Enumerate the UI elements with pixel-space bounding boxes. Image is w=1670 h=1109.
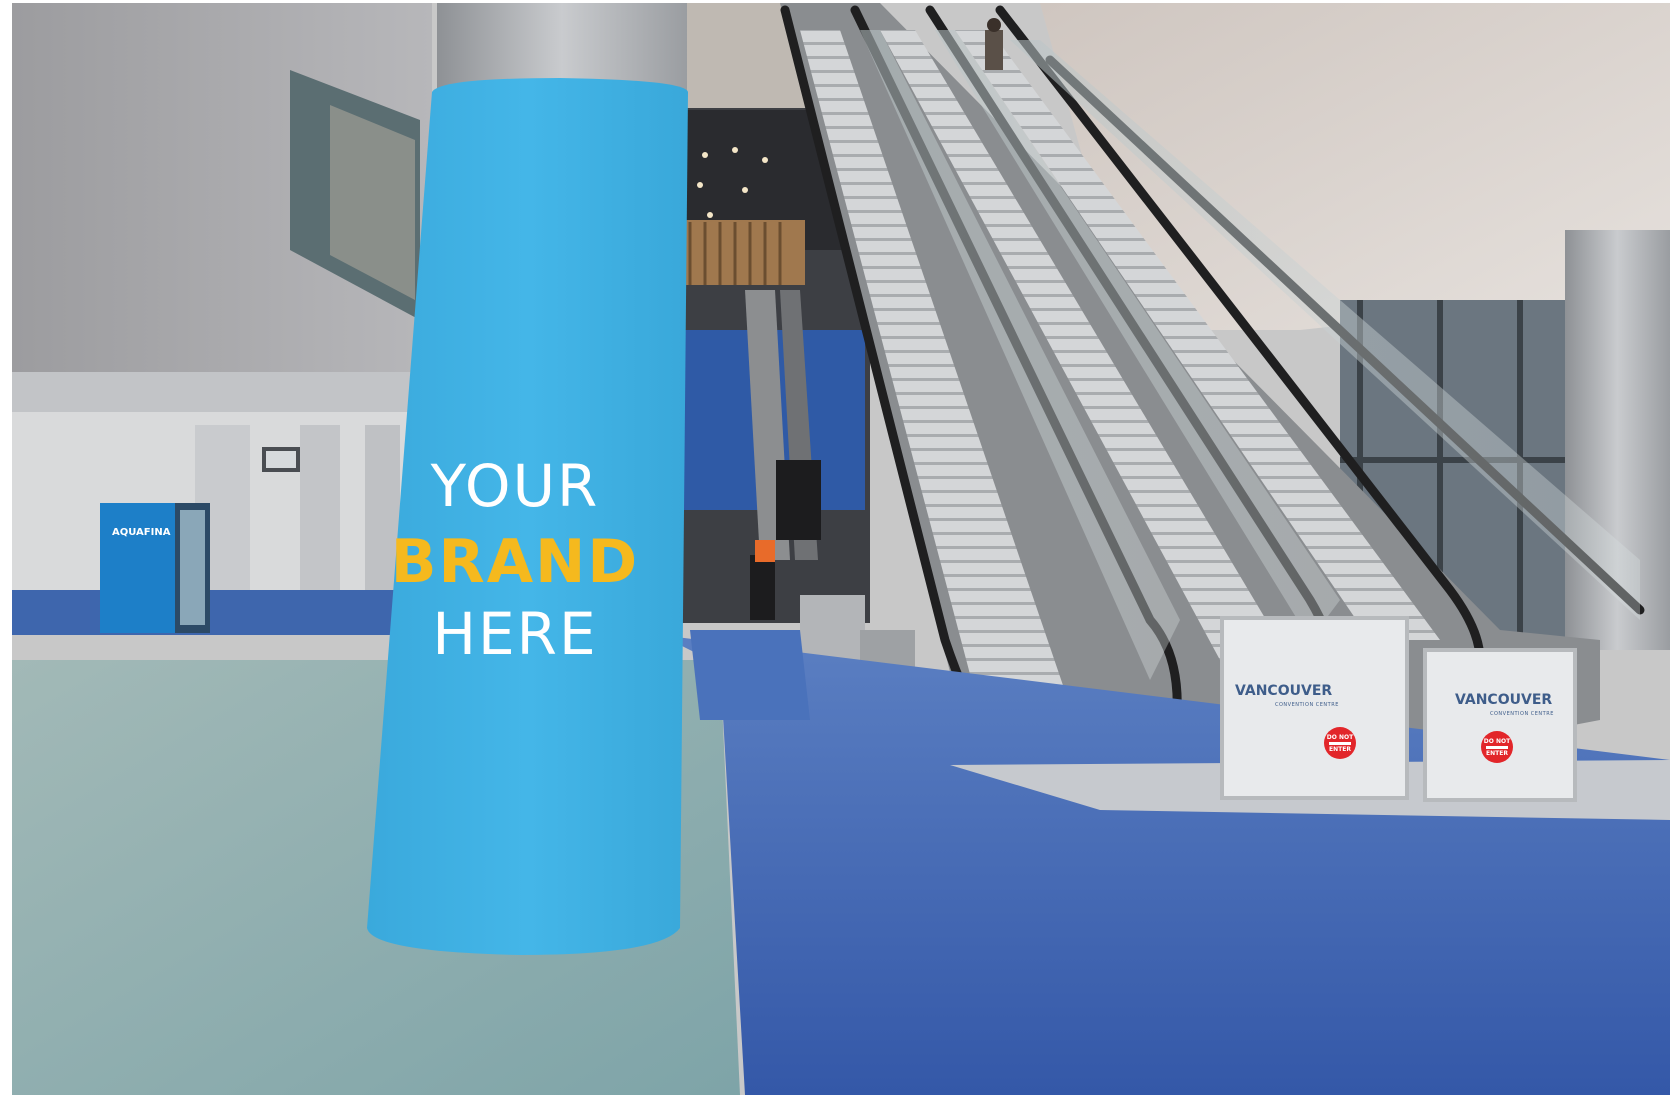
- barrier-2-logo: VANCOUVER: [1455, 692, 1553, 708]
- wrap-line-brand: BRAND: [390, 527, 640, 597]
- staff-person: [750, 555, 775, 620]
- convention-centre-interior: [12, 3, 1670, 1095]
- barrier-1-do-not-enter-icon: DO NOT ENTER: [1324, 727, 1356, 759]
- barrier-1-badge-top: DO NOT: [1326, 733, 1354, 741]
- photo-scene: YOUR BRAND HERE AQUAFINA VANCOUVER CONVE…: [0, 0, 1670, 1109]
- barrier-2-do-not-enter-icon: DO NOT ENTER: [1481, 731, 1513, 763]
- wrap-line-your: YOUR: [430, 452, 600, 520]
- barrier-1: [1220, 616, 1409, 800]
- barrier-2-sub: CONVENTION CENTRE: [1490, 711, 1554, 717]
- wrap-line-here: HERE: [432, 600, 598, 668]
- barrier-1-sub: CONVENTION CENTRE: [1275, 702, 1339, 708]
- barrier-1-logo: VANCOUVER: [1235, 683, 1333, 699]
- barrier-1-badge-bottom: ENTER: [1329, 745, 1351, 753]
- barrier-2-badge-bottom: ENTER: [1486, 749, 1508, 757]
- barrier-2: [1423, 648, 1577, 802]
- vending-machine: [100, 503, 175, 633]
- vending-label: AQUAFINA: [112, 527, 171, 538]
- barrier-2-badge-top: DO NOT: [1483, 737, 1511, 745]
- coat-rack: [776, 460, 821, 540]
